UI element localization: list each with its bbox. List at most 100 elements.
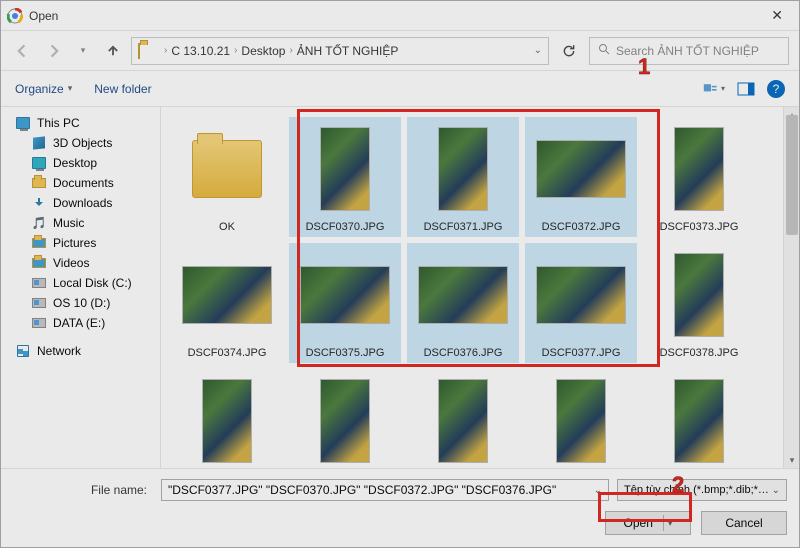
sidebar-item-data-e[interactable]: DATA (E:) (1, 313, 160, 333)
sidebar-item-desktop[interactable]: Desktop (1, 153, 160, 173)
breadcrumb-dropdown-icon[interactable]: ⌄ (534, 45, 542, 56)
sidebar-item-pictures[interactable]: Pictures (1, 233, 160, 253)
file-item[interactable]: DSCF0375.JPG (289, 243, 401, 363)
file-name-label: DSCF0377.JPG (529, 347, 633, 359)
filter-value: Tệp tùy chỉnh (*.bmp;*.dib;*.jfif;) (624, 484, 772, 496)
app-icon (7, 8, 23, 24)
sidebar-item-this-pc[interactable]: This PC (1, 113, 160, 133)
file-item[interactable] (171, 369, 283, 468)
nav-forward-button[interactable] (41, 39, 65, 63)
filename-value: "DSCF0377.JPG" "DSCF0370.JPG" "DSCF0372.… (168, 483, 556, 497)
image-thumbnail (438, 127, 488, 211)
image-thumbnail (556, 379, 606, 463)
scrollbar[interactable]: ▴ ▾ (783, 107, 799, 468)
folder-icon (138, 44, 154, 58)
nav-back-button[interactable] (11, 39, 35, 63)
sidebar-item-documents[interactable]: Documents (1, 173, 160, 193)
file-item[interactable] (407, 369, 519, 468)
search-icon (598, 43, 610, 58)
disk-icon (31, 296, 47, 310)
file-item[interactable]: DSCF0372.JPG (525, 117, 637, 237)
cube-icon (31, 136, 47, 150)
sidebar-item-music[interactable]: 🎵Music (1, 213, 160, 233)
sidebar-item-os10-d[interactable]: OS 10 (D:) (1, 293, 160, 313)
sidebar-item-downloads[interactable]: Downloads (1, 193, 160, 213)
open-dialog: Open ✕ ▾ › C 13.10.21 › Desktop › ẢNH TỐ… (0, 0, 800, 548)
image-thumbnail (182, 266, 272, 324)
file-item[interactable]: DSCF0376.JPG (407, 243, 519, 363)
filename-dropdown-icon[interactable]: ⌄ (594, 485, 602, 496)
image-thumbnail (536, 266, 626, 324)
image-thumbnail (418, 266, 508, 324)
image-thumbnail (300, 266, 390, 324)
toolbar: Organize ▾ New folder ▾ ? (1, 71, 799, 107)
footer: File name: "DSCF0377.JPG" "DSCF0370.JPG"… (1, 468, 799, 547)
image-thumbnail (536, 140, 626, 198)
filename-input[interactable]: "DSCF0377.JPG" "DSCF0370.JPG" "DSCF0372.… (161, 479, 609, 501)
sidebar-item-videos[interactable]: Videos (1, 253, 160, 273)
image-thumbnail (674, 127, 724, 211)
image-thumbnail (438, 379, 488, 463)
help-button[interactable]: ? (767, 80, 785, 98)
pictures-icon (31, 236, 47, 250)
body: This PC 3D Objects Desktop Documents Dow… (1, 107, 799, 468)
file-item[interactable]: DSCF0371.JPG (407, 117, 519, 237)
image-thumbnail (320, 127, 370, 211)
file-name-label: DSCF0374.JPG (175, 347, 279, 359)
file-item[interactable]: DSCF0370.JPG (289, 117, 401, 237)
address-row: ▾ › C 13.10.21 › Desktop › ẢNH TỐT NGHIỆ… (1, 31, 799, 71)
file-item[interactable]: DSCF0374.JPG (171, 243, 283, 363)
file-name-label: DSCF0376.JPG (411, 347, 515, 359)
file-item[interactable]: OK (171, 117, 283, 237)
breadcrumb-seg[interactable]: C 13.10.21 (171, 44, 230, 58)
pc-icon (15, 116, 31, 130)
breadcrumb-seg[interactable]: Desktop (241, 44, 285, 58)
sidebar-item-network[interactable]: Network (1, 341, 160, 361)
document-icon (31, 176, 47, 190)
history-dropdown[interactable]: ▾ (71, 39, 95, 63)
file-name-label: DSCF0371.JPG (411, 221, 515, 233)
filetype-filter[interactable]: Tệp tùy chỉnh (*.bmp;*.dib;*.jfif;) ⌄ (617, 479, 787, 501)
filter-dropdown-icon[interactable]: ⌄ (772, 485, 780, 496)
file-item[interactable] (525, 369, 637, 468)
view-mode-button[interactable]: ▾ (703, 80, 725, 98)
breadcrumb-seg[interactable]: ẢNH TỐT NGHIỆP (297, 44, 399, 58)
file-name-label: DSCF0370.JPG (293, 221, 397, 233)
window-title: Open (29, 9, 58, 23)
scroll-down-icon[interactable]: ▾ (784, 452, 799, 468)
file-item[interactable]: DSCF0377.JPG (525, 243, 637, 363)
image-thumbnail (674, 379, 724, 463)
disk-icon (31, 316, 47, 330)
file-item[interactable]: DSCF0378.JPG (643, 243, 755, 363)
image-thumbnail (320, 379, 370, 463)
file-name-label: DSCF0378.JPG (647, 347, 751, 359)
scroll-thumb[interactable] (786, 115, 798, 235)
desktop-icon (31, 156, 47, 170)
file-item[interactable] (289, 369, 401, 468)
preview-pane-button[interactable] (735, 80, 757, 98)
sidebar-item-local-disk-c[interactable]: Local Disk (C:) (1, 273, 160, 293)
filename-label: File name: (13, 483, 153, 497)
new-folder-button[interactable]: New folder (94, 82, 151, 96)
navigation-pane: This PC 3D Objects Desktop Documents Dow… (1, 107, 161, 468)
videos-icon (31, 256, 47, 270)
file-item[interactable] (643, 369, 755, 468)
open-button[interactable]: Open▾ (605, 511, 691, 535)
nav-up-button[interactable] (101, 39, 125, 63)
download-icon (31, 196, 47, 210)
breadcrumb[interactable]: › C 13.10.21 › Desktop › ẢNH TỐT NGHIỆP … (131, 37, 549, 65)
close-button[interactable]: ✕ (761, 3, 793, 28)
refresh-button[interactable] (555, 37, 583, 65)
image-thumbnail (674, 253, 724, 337)
cancel-button[interactable]: Cancel (701, 511, 787, 535)
search-input[interactable]: Search ẢNH TỐT NGHIỆP (589, 37, 789, 65)
file-name-label: OK (175, 221, 279, 233)
sidebar-item-3d-objects[interactable]: 3D Objects (1, 133, 160, 153)
image-thumbnail (202, 379, 252, 463)
file-item[interactable]: DSCF0373.JPG (643, 117, 755, 237)
organize-button[interactable]: Organize ▾ (15, 82, 72, 96)
titlebar: Open ✕ (1, 1, 799, 31)
file-name-label: DSCF0372.JPG (529, 221, 633, 233)
folder-icon (192, 140, 262, 198)
disk-icon (31, 276, 47, 290)
